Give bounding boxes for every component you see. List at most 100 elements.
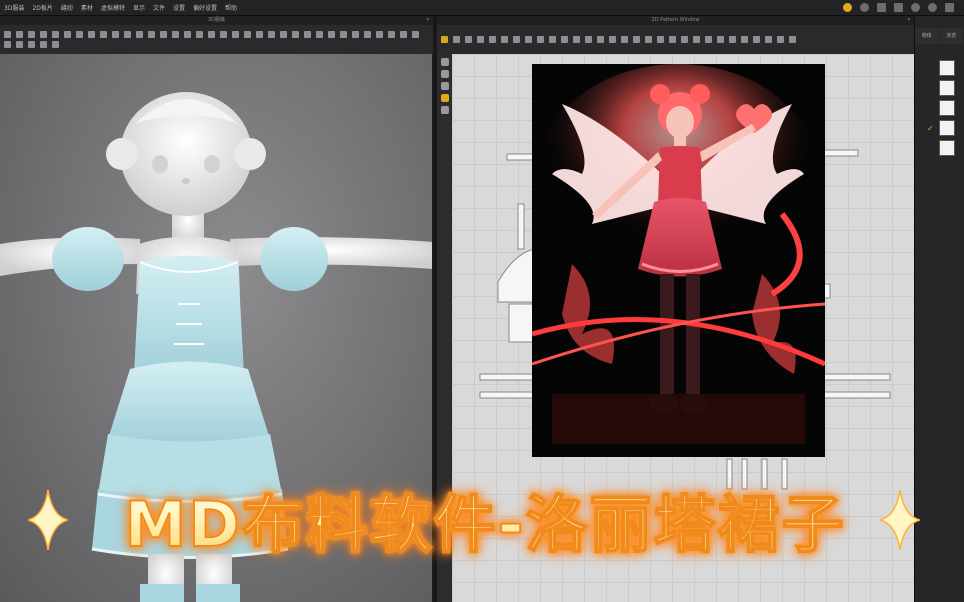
2d-zipper-icon[interactable] [681,36,688,43]
elastic-icon[interactable] [184,31,191,38]
fill-tool-icon[interactable] [440,70,449,78]
fabric-swatch[interactable] [939,140,955,156]
hanger-icon[interactable] [244,31,251,38]
menu-3d-garment[interactable]: 3D服装 [0,3,28,12]
menu-display[interactable]: 显示 [129,3,149,12]
2d-elastic-icon[interactable] [693,36,700,43]
trim-icon[interactable] [136,31,143,38]
grid-icon[interactable] [40,41,47,48]
trace-icon[interactable] [549,36,556,43]
menu-preferences[interactable]: 偏好设置 [189,3,221,12]
menu-avatar[interactable]: 虚拟模特 [97,3,129,12]
2d-graphic-icon[interactable] [657,36,664,43]
menu-2d-pattern[interactable]: 2D板片 [28,3,56,12]
show-icon[interactable] [412,31,419,38]
menu-file[interactable]: 文件 [149,3,169,12]
circle-icon[interactable] [513,36,520,43]
list-item[interactable] [925,78,964,98]
2d-view-icon[interactable] [765,36,772,43]
free-sewing-icon[interactable] [573,36,580,43]
topstitch-icon[interactable] [124,31,131,38]
list-item[interactable] [925,138,964,158]
2d-texture-icon[interactable] [645,36,652,43]
list-item[interactable] [925,98,964,118]
add-point-icon[interactable] [477,36,484,43]
edit-curvature-icon[interactable] [465,36,472,43]
light-icon[interactable] [280,31,287,38]
segment-sewing-icon[interactable] [561,36,568,43]
2d-annotation-icon[interactable] [717,36,724,43]
arrangement-icon[interactable] [232,31,239,38]
pin-icon[interactable]: ▾ [426,16,429,25]
menu-sewing[interactable]: 缝纫 [57,3,77,12]
menu-materials[interactable]: 素材 [77,3,97,12]
menu-settings[interactable]: 设置 [169,3,189,12]
volume-icon[interactable] [860,3,869,12]
grading-icon[interactable] [633,36,640,43]
fullscreen-icon[interactable] [894,3,903,12]
stress-map-icon[interactable] [340,31,347,38]
menu-help[interactable]: 帮助 [221,3,241,12]
fabric-swatch[interactable] [939,100,955,116]
select-move-icon[interactable] [4,31,11,38]
camera-icon[interactable] [268,31,275,38]
symmetric-icon[interactable] [597,36,604,43]
transform-icon[interactable] [28,31,35,38]
hand-icon[interactable] [440,94,449,102]
layout-icon[interactable] [877,3,886,12]
avatar-icon[interactable] [220,31,227,38]
simulation-icon[interactable] [843,3,852,12]
unfreeze-icon[interactable] [388,31,395,38]
fit-map-icon[interactable] [328,31,335,38]
brush-icon[interactable] [76,31,83,38]
fabric-swatch[interactable] [939,120,955,136]
tack-icon[interactable] [52,31,59,38]
tab-browser[interactable]: 浏览 [939,28,963,44]
internal-polygon-icon[interactable] [525,36,532,43]
solidify-icon[interactable] [376,31,383,38]
strengthen-icon[interactable] [100,31,107,38]
list-item[interactable]: ✓ [925,118,964,138]
transform-pattern-icon[interactable] [441,36,448,43]
2d-button-icon[interactable] [669,36,676,43]
strain-map-icon[interactable] [352,31,359,38]
seam-allowance-icon[interactable] [621,36,628,43]
2d-settings-icon[interactable] [789,36,796,43]
list-item[interactable] [925,58,964,78]
2d-reset-icon[interactable] [753,36,760,43]
fold-icon[interactable] [40,31,47,38]
measure-icon[interactable] [88,31,95,38]
pattern-tool-icon[interactable] [440,58,449,66]
fabric-icon[interactable] [316,31,323,38]
pin-tool-icon[interactable] [64,31,71,38]
pleat-icon[interactable] [112,31,119,38]
tab-object[interactable]: 物体 [915,28,939,44]
notch-icon[interactable] [609,36,616,43]
polygon-icon[interactable] [489,36,496,43]
pose-icon[interactable] [256,31,263,38]
mark-icon[interactable] [945,3,954,12]
graphic-icon[interactable] [196,31,203,38]
rectangle-icon[interactable] [501,36,508,43]
eraser-icon[interactable] [440,106,449,114]
search-icon[interactable] [440,82,449,90]
dart-icon[interactable] [537,36,544,43]
2d-measure-icon[interactable] [705,36,712,43]
view-icon[interactable] [28,41,35,48]
texture-icon[interactable] [208,31,215,38]
2d-pin-icon[interactable] [729,36,736,43]
2d-fold-icon[interactable] [741,36,748,43]
pin-icon[interactable]: ▾ [907,16,910,25]
user-icon[interactable] [928,3,937,12]
select-mesh-icon[interactable] [16,31,23,38]
zipper-icon[interactable] [160,31,167,38]
reset-icon[interactable] [4,41,11,48]
sync-icon[interactable] [16,41,23,48]
layer-icon[interactable] [364,31,371,38]
edit-sewing-icon[interactable] [585,36,592,43]
fabric-swatch[interactable] [939,80,955,96]
button-tool-icon[interactable] [148,31,155,38]
render-icon[interactable] [292,31,299,38]
help-icon[interactable] [911,3,920,12]
fabric-swatch[interactable] [939,60,955,76]
